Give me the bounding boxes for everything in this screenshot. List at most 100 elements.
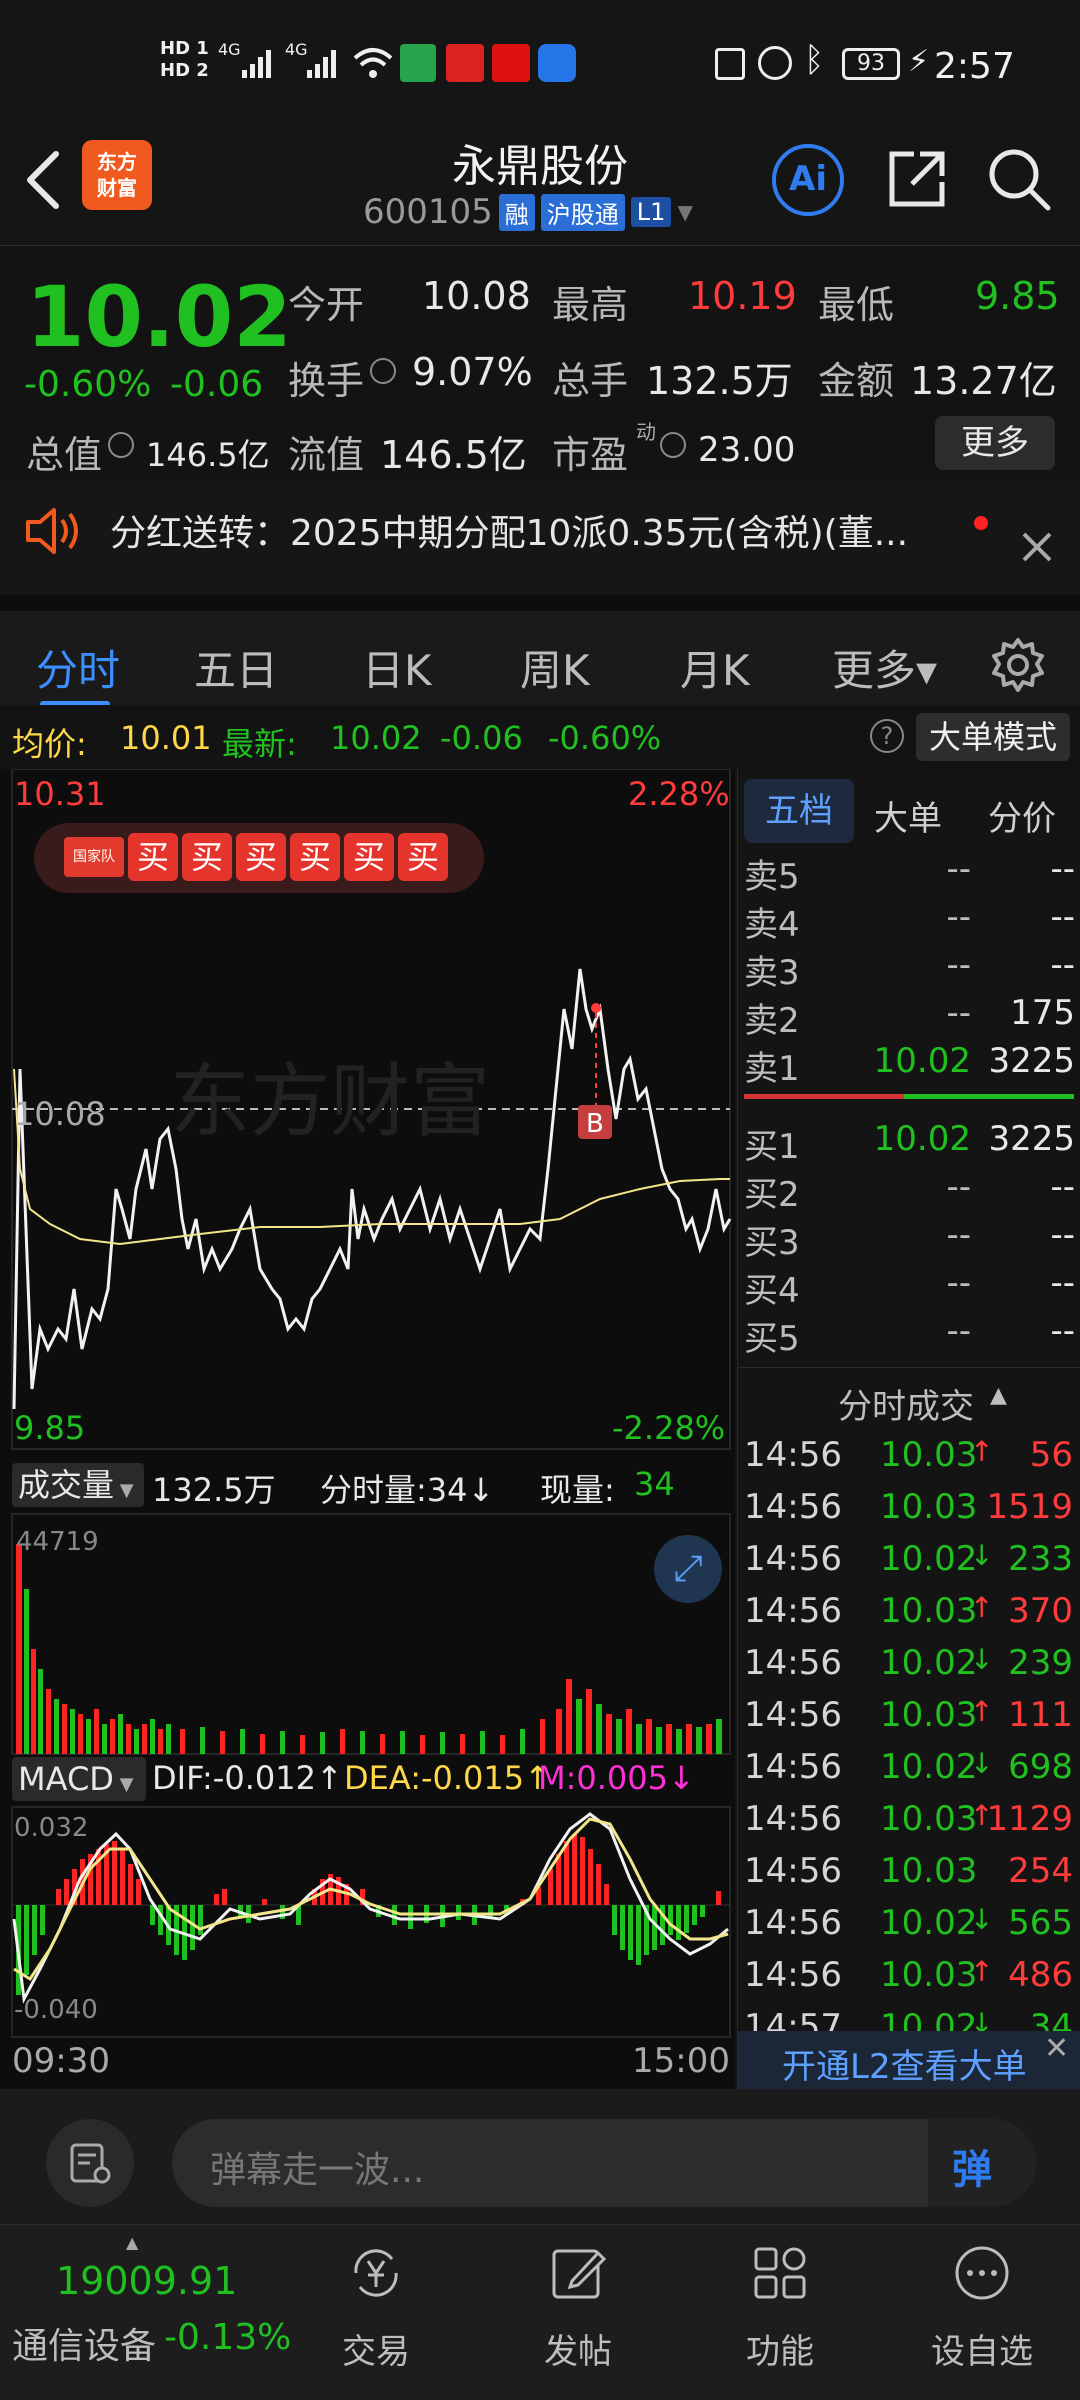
info-icon[interactable] (370, 358, 396, 384)
nav-trade[interactable]: 交易 (306, 2243, 446, 2373)
volume-max-label: 44719 (16, 1527, 99, 1557)
tab-monthly-k[interactable]: 月K (680, 637, 750, 698)
ask-volume: -- (1050, 849, 1075, 889)
ask-volume: 3225 (988, 1041, 1075, 1081)
share-icon[interactable] (884, 146, 950, 212)
bid-volume: 3225 (988, 1119, 1075, 1159)
nav-functions[interactable]: 功能 (710, 2243, 850, 2373)
tick-price: 10.03 (880, 1695, 978, 1735)
nav-add-watchlist[interactable]: 设自选 (912, 2243, 1052, 2373)
divider (738, 1367, 1080, 1368)
danmu-input[interactable]: 弹幕走一波... 弹 (172, 2119, 1036, 2207)
minute-volume: 分时量:34↓ (320, 1471, 495, 1509)
macd-dif: DIF:-0.012↑ (152, 1759, 343, 1797)
tick-arrow: ↓ (970, 1643, 994, 1676)
big-order-mode-button[interactable]: 大单模式 (916, 713, 1070, 761)
volume-bars (16, 1544, 722, 1754)
tick-row: 14:56 10.02 ↓ 565 (738, 1903, 1080, 1955)
search-icon[interactable] (986, 146, 1052, 212)
ai-assistant-button[interactable]: Ai (772, 144, 844, 216)
ask-row[interactable]: 卖5 -- -- (738, 849, 1080, 897)
gear-icon[interactable] (990, 637, 1046, 693)
current-price: 10.02 (26, 268, 292, 366)
open-value: 10.08 (422, 274, 531, 318)
tick-volume: 239 (1008, 1643, 1073, 1683)
danmu-input-bar: 弹幕走一波... 弹 (0, 2089, 1080, 2224)
ticks-title[interactable]: 分时成交 (838, 1379, 974, 1428)
buy-badge: 买 (344, 833, 394, 881)
volume-indicator-select[interactable]: 成交量 ▼ (12, 1463, 144, 1507)
notice-text: 分红送转：2025中期分配10派0.35元(含税)(董... (110, 513, 909, 554)
grid-icon (754, 2247, 806, 2299)
bid-row[interactable]: 买5 -- -- (738, 1311, 1080, 1359)
tab-more[interactable]: 更多▾ (832, 637, 937, 698)
index-name[interactable]: 通信设备 (12, 2317, 156, 2369)
intraday-chart[interactable]: 东方财富 B 10.31 2.28% 10.08 9.85 -2.28% 国家队… (0, 769, 735, 2089)
tab-five-levels[interactable]: 五档 (744, 779, 854, 843)
flag-icon: 国家队 (64, 837, 124, 877)
l2-banner[interactable]: 开通L2查看大单 ✕ (738, 2031, 1080, 2089)
pe-superscript: 动 (636, 420, 656, 444)
tab-daily-k[interactable]: 日K (362, 637, 432, 698)
danmu-send-button[interactable]: 弹 (928, 2119, 1036, 2207)
index-value[interactable]: 19009.91 (56, 2259, 237, 2303)
ask-row[interactable]: 卖4 -- -- (738, 897, 1080, 945)
pct-max-label: 2.28% (628, 775, 730, 813)
bid-label: 买3 (744, 1223, 800, 1263)
close-icon[interactable]: ✕ (1044, 2031, 1069, 2066)
bid-volume: -- (1050, 1311, 1075, 1351)
tick-row: 14:56 10.03 ↑ 370 (738, 1591, 1080, 1643)
stock-code-row[interactable]: 600105 融 沪股通 L1 ▼ (363, 192, 693, 232)
tick-time: 14:56 (744, 1487, 842, 1527)
unread-dot (974, 516, 988, 530)
tick-row: 14:56 10.02 ↓ 233 (738, 1539, 1080, 1591)
chevron-down-icon: ▼ (113, 1774, 134, 1795)
nav-post-label: 发帖 (544, 2332, 612, 2372)
order-panel: 五档 大单 分价 卖5 -- -- 卖4 -- -- 卖3 -- -- 卖2 -… (737, 769, 1080, 2089)
nav-add-watchlist-label: 设自选 (931, 2332, 1033, 2372)
ask-row[interactable]: 卖3 -- -- (738, 945, 1080, 993)
sina-notification-icon (446, 44, 484, 82)
info-icon[interactable] (108, 432, 134, 458)
bid-row[interactable]: 买4 -- -- (738, 1263, 1080, 1311)
tab-weekly-k[interactable]: 周K (520, 637, 590, 698)
tab-price-distribution[interactable]: 分价 (988, 791, 1056, 840)
tick-arrow: ↑ (970, 1591, 994, 1624)
expand-icon[interactable]: ⤢ (654, 1535, 722, 1603)
ask-row[interactable]: 卖1 10.02 3225 (738, 1041, 1080, 1089)
tick-volume: 111 (1008, 1695, 1073, 1735)
macd-dea: DEA:-0.015↑ (344, 1759, 551, 1797)
bid-label: 买2 (744, 1175, 800, 1215)
ask-row[interactable]: 卖2 -- 175 (738, 993, 1080, 1041)
help-icon[interactable]: ? (870, 719, 904, 753)
change-value: -0.06 (170, 364, 264, 405)
bid-label: 买1 (744, 1127, 800, 1167)
bid-volume: -- (1050, 1167, 1075, 1207)
dividend-notice[interactable]: 分红送转：2025中期分配10派0.35元(含税)(董... (0, 480, 1080, 595)
bid-price: -- (946, 1263, 971, 1303)
more-button[interactable]: 更多 (935, 416, 1055, 470)
bid-row[interactable]: 买2 -- -- (738, 1167, 1080, 1215)
macd-histogram (16, 1834, 721, 1995)
bid-label: 买5 (744, 1319, 800, 1359)
bid-row[interactable]: 买1 10.02 3225 (738, 1119, 1080, 1167)
tab-big-orders[interactable]: 大单 (874, 791, 942, 840)
tick-row: 14:56 10.03 ↑ 56 (738, 1435, 1080, 1487)
message-settings-button[interactable] (46, 2119, 134, 2207)
nav-post[interactable]: 发帖 (508, 2243, 648, 2373)
macd-indicator-select[interactable]: MACD ▼ (12, 1757, 146, 1801)
tab-five-day[interactable]: 五日 (194, 637, 278, 698)
buy-badge: 买 (236, 833, 286, 881)
national-team-banner[interactable]: 国家队 买 买 买 买 买 买 (34, 823, 484, 893)
index-change: -0.13% (164, 2317, 292, 2358)
chevron-down-icon: ▼ (114, 1480, 134, 1501)
l2-banner-text: 开通L2查看大单 (782, 2047, 1027, 2087)
close-icon[interactable] (1020, 530, 1054, 564)
caret-up-icon: ▲ (126, 2233, 139, 2252)
tick-price: 10.03 (880, 1487, 978, 1527)
tab-intraday[interactable]: 分时 (36, 637, 120, 698)
bid-row[interactable]: 买3 -- -- (738, 1215, 1080, 1263)
buy-badge: 买 (290, 833, 340, 881)
info-icon[interactable] (660, 432, 686, 458)
tick-row: 14:56 10.03 1519 (738, 1487, 1080, 1539)
